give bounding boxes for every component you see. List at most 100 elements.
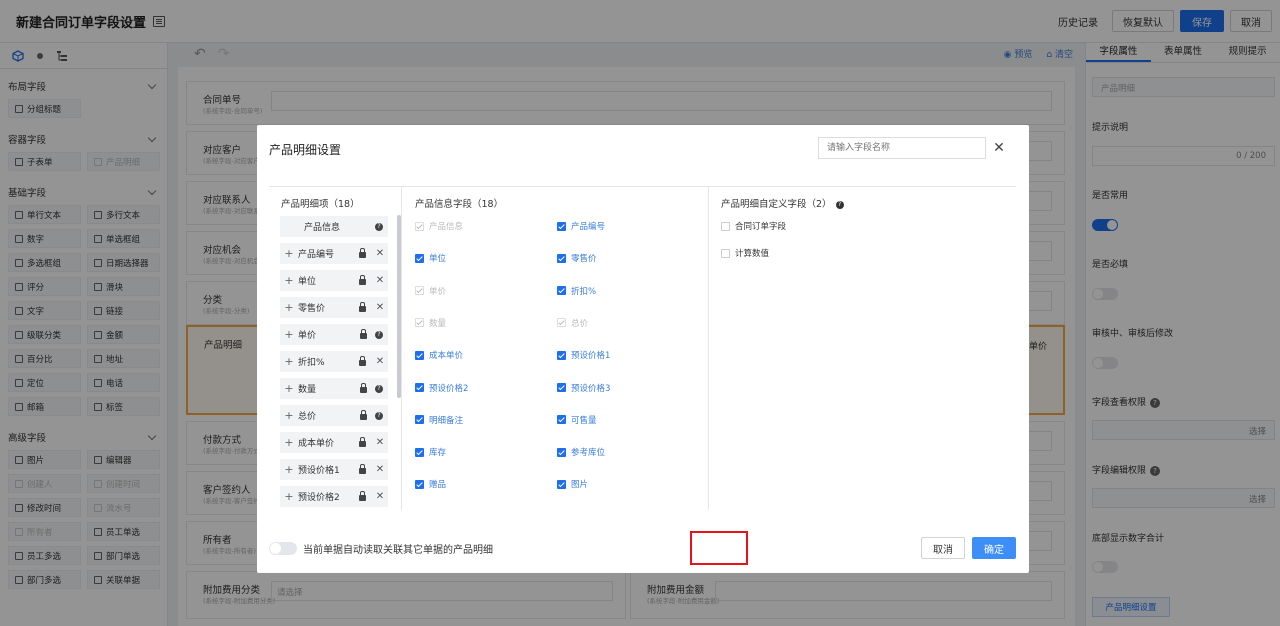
field-checkbox[interactable]: 参考库位	[557, 446, 605, 458]
field-checkbox[interactable]: 明细备注	[415, 414, 463, 426]
checkbox-icon	[415, 415, 424, 425]
drag-handle-icon[interactable]: +	[280, 301, 298, 314]
detail-item[interactable]: + 预设价格1 ✕	[280, 459, 388, 480]
detail-item[interactable]: + 成本单价 ✕	[280, 432, 388, 453]
scrollbar[interactable]	[397, 215, 401, 398]
field-checkbox[interactable]: 预设价格3	[557, 382, 610, 394]
dialog-title: 产品明细设置	[269, 143, 342, 157]
lock-icon[interactable]	[359, 301, 366, 312]
detail-item[interactable]: 产品信息?	[280, 216, 388, 237]
drag-handle-icon[interactable]: +	[280, 328, 298, 341]
help-icon[interactable]: ?	[375, 330, 383, 339]
checkbox-icon	[557, 415, 566, 425]
help-icon[interactable]: ?	[375, 411, 383, 420]
checkbox-icon	[557, 253, 566, 263]
detail-item[interactable]: + 零售价 ✕	[280, 297, 388, 318]
lock-icon[interactable]	[360, 328, 367, 339]
lock-icon[interactable]	[359, 490, 366, 501]
drag-handle-icon[interactable]: +	[280, 274, 298, 287]
remove-icon[interactable]: ✕	[374, 464, 386, 475]
detail-item-label: 零售价	[298, 304, 326, 314]
product-detail-settings-dialog: 产品明细设置 ✕ 产品明细项（18） 产品信息?+产品编号✕+单位✕+零售价✕+…	[257, 125, 1029, 573]
checkbox-icon	[557, 447, 566, 457]
detail-item[interactable]: + 预设价格2 ✕	[280, 486, 388, 507]
lock-icon[interactable]	[360, 409, 367, 420]
lock-icon[interactable]	[359, 436, 366, 447]
remove-icon[interactable]: ✕	[374, 437, 386, 448]
dialog-cancel-button[interactable]: 取消	[921, 537, 965, 559]
detail-items-column: 产品明细项（18） 产品信息? + 产品编号 ✕ + 单位 ✕ + 零售价 ✕ + 单价? + 折扣% ✕ +…	[269, 187, 402, 510]
lock-icon[interactable]	[359, 247, 366, 258]
field-checkbox-label: 折扣%	[571, 286, 597, 297]
dialog-ok-button[interactable]: 确定	[972, 537, 1016, 559]
drag-handle-icon[interactable]: +	[280, 355, 298, 368]
drag-handle-icon[interactable]: +	[280, 436, 298, 449]
field-checkbox-label: 预设价格1	[571, 351, 611, 362]
checkbox-icon	[415, 253, 424, 263]
detail-item[interactable]: + 单位 ✕	[280, 270, 388, 291]
field-checkbox[interactable]: 赠品	[415, 478, 446, 490]
product-info-fields-column: 产品信息字段（18） 产品信息单位单价数量成本单价预设价格2 明细备注库存赠品 产品…	[403, 187, 748, 565]
remove-icon[interactable]: ✕	[374, 275, 386, 286]
help-icon[interactable]: ?	[375, 222, 383, 231]
detail-item-label: 单位	[298, 277, 317, 287]
checkbox-icon	[415, 383, 424, 392]
field-checkbox-label: 产品编号	[571, 222, 606, 232]
remove-icon[interactable]: ✕	[374, 356, 386, 367]
field-checkbox-label: 预设价格2	[429, 383, 469, 394]
field-checkbox[interactable]: 产品编号	[557, 220, 605, 232]
field-checkbox-label: 产品信息	[429, 222, 464, 232]
detail-item-label: 产品编号	[298, 250, 335, 260]
checkbox-icon	[415, 479, 424, 489]
drag-handle-icon[interactable]: +	[280, 463, 298, 476]
custom-field-checkbox[interactable]: 合同订单字段	[721, 220, 786, 232]
field-checkbox-label: 赠品	[429, 480, 447, 491]
field-checkbox-label: 单价	[429, 286, 447, 297]
remove-icon[interactable]: ✕	[374, 302, 386, 313]
drag-handle-icon[interactable]: +	[280, 490, 298, 503]
detail-item[interactable]: + 产品编号 ✕	[280, 243, 388, 264]
auto-read-toggle[interactable]	[269, 542, 297, 555]
field-checkbox[interactable]: 折扣%	[557, 285, 596, 297]
checkbox-icon	[557, 383, 566, 392]
field-checkbox[interactable]: 预设价格2	[415, 382, 468, 394]
drag-handle-icon[interactable]: +	[280, 247, 298, 260]
field-checkbox: 数量	[415, 317, 446, 329]
checkbox-icon	[557, 318, 566, 328]
remove-icon[interactable]: ✕	[374, 491, 386, 502]
lock-icon[interactable]	[359, 355, 366, 366]
field-checkbox-label: 参考库位	[571, 448, 606, 459]
field-checkbox-label: 零售价	[571, 254, 597, 265]
checkbox-icon	[721, 248, 730, 258]
help-icon[interactable]: ?	[375, 384, 383, 393]
field-checkbox[interactable]: 可售量	[557, 414, 597, 426]
custom-field-checkbox[interactable]: 计算数值	[721, 247, 769, 259]
field-checkbox-label: 总价	[571, 318, 589, 329]
custom-fields-column: 产品明细自定义字段（2）? 合同订单字段 计算数值	[709, 187, 1016, 510]
lock-icon[interactable]	[359, 463, 366, 474]
detail-item[interactable]: + 单价?	[280, 324, 388, 345]
field-checkbox-label: 图片	[571, 480, 589, 491]
detail-item[interactable]: + 数量?	[280, 378, 388, 399]
field-checkbox[interactable]: 预设价格1	[557, 349, 610, 361]
detail-item-label: 产品信息	[304, 223, 341, 233]
lock-icon[interactable]	[360, 382, 367, 393]
field-checkbox[interactable]: 单位	[415, 252, 446, 264]
detail-item-label: 成本单价	[298, 439, 335, 449]
help-icon[interactable]: ?	[835, 200, 844, 209]
checkbox-icon	[557, 221, 566, 231]
remove-icon[interactable]: ✕	[374, 248, 386, 259]
drag-handle-icon[interactable]: +	[280, 382, 298, 395]
field-checkbox[interactable]: 成本单价	[415, 349, 463, 361]
product-info-fields-title: 产品信息字段（18）	[415, 199, 504, 210]
field-checkbox[interactable]: 库存	[415, 446, 446, 458]
field-checkbox[interactable]: 图片	[557, 478, 588, 490]
field-search-input[interactable]	[818, 137, 986, 159]
detail-items-title: 产品明细项（18）	[281, 199, 360, 210]
lock-icon[interactable]	[359, 274, 366, 285]
close-icon[interactable]: ✕	[990, 139, 1008, 157]
field-checkbox[interactable]: 零售价	[557, 252, 597, 264]
detail-item[interactable]: + 折扣% ✕	[280, 351, 388, 372]
detail-item[interactable]: + 总价?	[280, 405, 388, 426]
drag-handle-icon[interactable]: +	[280, 409, 298, 422]
